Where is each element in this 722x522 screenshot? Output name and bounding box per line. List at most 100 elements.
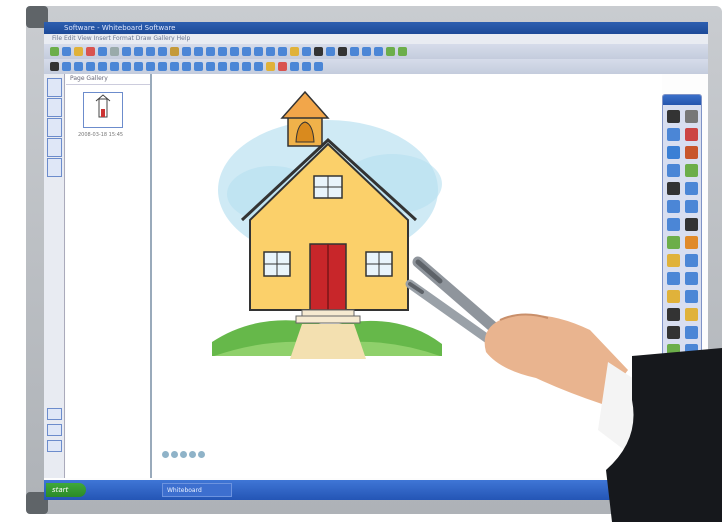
toolbar-drawing-1-icon[interactable] (50, 62, 59, 71)
toolbar-drawing-4-icon[interactable] (86, 62, 95, 71)
palette-tool-22-icon[interactable] (685, 290, 698, 303)
taskbar-window-button[interactable]: Whiteboard (162, 483, 232, 497)
toolbar-main-9-icon[interactable] (146, 47, 155, 56)
palette-tool-25-icon[interactable] (667, 326, 680, 339)
toolbar-drawing-18-icon[interactable] (254, 62, 263, 71)
toolbar-drawing-20-icon[interactable] (278, 62, 287, 71)
toolbar-main-5-icon[interactable] (98, 47, 107, 56)
toolbar-drawing-11-icon[interactable] (170, 62, 179, 71)
toolbar-main-14-icon[interactable] (206, 47, 215, 56)
palette-tool-6-icon[interactable] (685, 146, 698, 159)
toolbar-main-7-icon[interactable] (122, 47, 131, 56)
toolbar-drawing-21-icon[interactable] (290, 62, 299, 71)
move-sidebar-icon[interactable] (47, 408, 62, 420)
properties-tab[interactable] (47, 138, 62, 157)
toolbar-main-13-icon[interactable] (194, 47, 203, 56)
toolbar-drawing-2-icon[interactable] (62, 62, 71, 71)
toolbar-drawing-14-icon[interactable] (206, 62, 215, 71)
palette-tool-15-icon[interactable] (667, 236, 680, 249)
toolbar-main-8-icon[interactable] (134, 47, 143, 56)
toolbar-drawing-19-icon[interactable] (266, 62, 275, 71)
toolbar-drawing-10-icon[interactable] (158, 62, 167, 71)
palette-tool-14-icon[interactable] (685, 218, 698, 231)
toolbar-main-3-icon[interactable] (74, 47, 83, 56)
add-page-icon[interactable] (180, 451, 187, 458)
palette-tool-20-icon[interactable] (685, 272, 698, 285)
toolbar-drawing-3-icon[interactable] (74, 62, 83, 71)
toolbar-drawing-7-icon[interactable] (122, 62, 131, 71)
toolbar-main-11-icon[interactable] (170, 47, 179, 56)
toolbar-drawing-15-icon[interactable] (218, 62, 227, 71)
toolbar-main-30-icon[interactable] (398, 47, 407, 56)
toolbar-drawing-23-icon[interactable] (314, 62, 323, 71)
palette-tool-10-icon[interactable] (685, 182, 698, 195)
toolbar-main-28-icon[interactable] (374, 47, 383, 56)
toolbar-main-27-icon[interactable] (362, 47, 371, 56)
toolbar-main-1-icon[interactable] (50, 47, 59, 56)
toolbar-main-25-icon[interactable] (338, 47, 347, 56)
schoolhouse-clipart[interactable] (152, 74, 662, 478)
toolbar-main-22-icon[interactable] (302, 47, 311, 56)
toolbar-drawing-8-icon[interactable] (134, 62, 143, 71)
toolbar-main-23-icon[interactable] (314, 47, 323, 56)
palette-tool-24-icon[interactable] (685, 308, 698, 321)
toolbar-main-6-icon[interactable] (110, 47, 119, 56)
page-sorter-tab[interactable] (47, 78, 62, 97)
palette-tool-2-icon[interactable] (685, 110, 698, 123)
toolbar-main-20-icon[interactable] (278, 47, 287, 56)
attachments-tab[interactable] (47, 118, 62, 137)
palette-tool-11-icon[interactable] (667, 200, 680, 213)
palette-tool-9-icon[interactable] (667, 182, 680, 195)
toolbar-main-24-icon[interactable] (326, 47, 335, 56)
gallery-tab[interactable] (47, 98, 62, 117)
palette-tool-27-icon[interactable] (667, 344, 680, 357)
toolbar-main-16-icon[interactable] (230, 47, 239, 56)
toolbar-drawing-22-icon[interactable] (302, 62, 311, 71)
palette-tool-12-icon[interactable] (685, 200, 698, 213)
palette-tool-16-icon[interactable] (685, 236, 698, 249)
palette-tool-3-icon[interactable] (667, 128, 680, 141)
toolbar-main-18-icon[interactable] (254, 47, 263, 56)
toolbar-drawing-17-icon[interactable] (242, 62, 251, 71)
toolbar-main-29-icon[interactable] (386, 47, 395, 56)
palette-tool-23-icon[interactable] (667, 308, 680, 321)
palette-tool-28-icon[interactable] (685, 344, 698, 357)
toolbar-drawing-13-icon[interactable] (194, 62, 203, 71)
toolbar-main-15-icon[interactable] (218, 47, 227, 56)
toolbar-drawing-6-icon[interactable] (110, 62, 119, 71)
previous-page-icon[interactable] (162, 451, 169, 458)
palette-tool-32-icon[interactable] (685, 380, 698, 393)
toolbar-drawing-9-icon[interactable] (146, 62, 155, 71)
start-button[interactable]: start (46, 483, 86, 497)
toolbar-drawing-5-icon[interactable] (98, 62, 107, 71)
delete-page-icon[interactable] (189, 451, 196, 458)
whiteboard-canvas[interactable] (152, 74, 662, 478)
menu-bar[interactable]: File Edit View Insert Format Draw Galler… (44, 34, 708, 44)
toolbar-drawing-12-icon[interactable] (182, 62, 191, 71)
tool-palette-header[interactable] (663, 95, 701, 105)
palette-tool-8-icon[interactable] (685, 164, 698, 177)
sidebar-settings-icon[interactable] (47, 440, 62, 452)
toolbar-main-10-icon[interactable] (158, 47, 167, 56)
palette-tool-4-icon[interactable] (685, 128, 698, 141)
palette-tool-31-icon[interactable] (667, 380, 680, 393)
toolbar-main-12-icon[interactable] (182, 47, 191, 56)
toolbar-main-4-icon[interactable] (86, 47, 95, 56)
toolbar-drawing-16-icon[interactable] (230, 62, 239, 71)
next-page-icon[interactable] (171, 451, 178, 458)
palette-tool-5-icon[interactable] (667, 146, 680, 159)
auto-hide-icon[interactable] (47, 424, 62, 436)
palette-tool-17-icon[interactable] (667, 254, 680, 267)
palette-tool-30-icon[interactable] (685, 362, 698, 375)
palette-tool-13-icon[interactable] (667, 218, 680, 231)
page-options-icon[interactable] (198, 451, 205, 458)
palette-tool-29-icon[interactable] (667, 362, 680, 375)
palette-tool-7-icon[interactable] (667, 164, 680, 177)
toolbar-main-21-icon[interactable] (290, 47, 299, 56)
toolbar-main-26-icon[interactable] (350, 47, 359, 56)
toolbar-main-19-icon[interactable] (266, 47, 275, 56)
palette-tool-21-icon[interactable] (667, 290, 680, 303)
palette-tool-26-icon[interactable] (685, 326, 698, 339)
sorter-tab-labels[interactable]: Page Gallery (66, 74, 150, 85)
page-thumbnail[interactable] (83, 92, 123, 128)
